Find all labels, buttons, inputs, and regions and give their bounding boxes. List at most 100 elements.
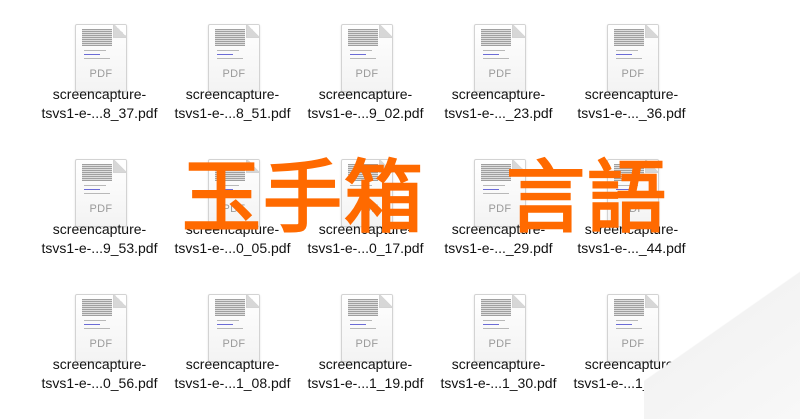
thumbnail-line bbox=[483, 58, 509, 59]
file-item-10[interactable]: PDF screencapture- tsvs1-e-...0_56.pdf bbox=[33, 270, 166, 398]
file-name: screencapture- tsvs1-e-...9_53.pdf bbox=[25, 220, 174, 258]
page-thumbnail bbox=[82, 299, 112, 316]
file-name-line-2: tsvs1-e-...0_56.pdf bbox=[41, 375, 158, 391]
file-item-5[interactable]: PDF screencapture- tsvs1-e-...9_53.pdf bbox=[33, 135, 166, 263]
file-name: screencapture- tsvs1-e-...1_08.pdf bbox=[158, 355, 307, 393]
thumbnail-line bbox=[84, 189, 100, 190]
pdf-type-label: PDF bbox=[355, 68, 379, 80]
file-name-line-1: screencapture- bbox=[52, 221, 147, 237]
thumbnail-line bbox=[350, 50, 372, 51]
thumbnail-line bbox=[483, 324, 499, 325]
file-name-line-1: screencapture- bbox=[52, 356, 147, 372]
file-item-3[interactable]: PDF screencapture- tsvs1-e-..._23.pdf bbox=[432, 0, 565, 128]
pdf-document-icon: PDF bbox=[341, 24, 393, 92]
file-item-12[interactable]: PDF screencapture- tsvs1-e-...1_19.pdf bbox=[299, 270, 432, 398]
file-name-line-1: screencapture- bbox=[185, 86, 280, 102]
thumbnail-line bbox=[84, 324, 100, 325]
thumbnail-line bbox=[616, 324, 632, 325]
page-thumbnail bbox=[481, 299, 511, 316]
page-thumbnail bbox=[348, 299, 378, 316]
thumbnail-line bbox=[616, 328, 642, 329]
thumbnail-line bbox=[217, 50, 239, 51]
thumbnail-line bbox=[84, 185, 106, 186]
pdf-document-icon: PDF bbox=[341, 294, 393, 362]
pdf-type-label: PDF bbox=[89, 203, 113, 215]
pdf-type-label: PDF bbox=[488, 68, 512, 80]
pdf-document-icon: PDF bbox=[208, 294, 260, 362]
file-name-line-2: tsvs1-e-...1_19.pdf bbox=[307, 375, 424, 391]
thumbnail-line bbox=[217, 320, 239, 321]
thumbnail-line bbox=[616, 320, 638, 321]
pdf-document-icon: PDF bbox=[474, 24, 526, 92]
thumbnail-line bbox=[84, 58, 110, 59]
file-item-11[interactable]: PDF screencapture- tsvs1-e-...1_08.pdf bbox=[166, 270, 299, 398]
file-name-line-2: tsvs1-e-...9_53.pdf bbox=[41, 240, 158, 256]
page-thumbnail bbox=[215, 299, 245, 316]
thumbnail-line bbox=[616, 50, 638, 51]
pdf-document-icon: PDF bbox=[75, 294, 127, 362]
pdf-type-label: PDF bbox=[222, 338, 246, 350]
pdf-type-label: PDF bbox=[355, 338, 379, 350]
pdf-document-icon: PDF bbox=[75, 159, 127, 227]
pdf-type-label: PDF bbox=[89, 68, 113, 80]
file-name: screencapture- tsvs1-e-...8_51.pdf bbox=[158, 85, 307, 123]
overlay-title: 玉手箱 言語 bbox=[182, 152, 668, 244]
file-name-line-2: tsvs1-e-...1_30.pdf bbox=[440, 375, 557, 391]
page-thumbnail bbox=[614, 299, 644, 316]
thumbnail-line bbox=[483, 50, 505, 51]
thumbnail-line bbox=[84, 328, 110, 329]
file-name-line-1: screencapture- bbox=[318, 86, 413, 102]
pdf-type-label: PDF bbox=[488, 338, 512, 350]
file-item-2[interactable]: PDF screencapture- tsvs1-e-...9_02.pdf bbox=[299, 0, 432, 128]
thumbnail-line bbox=[483, 328, 509, 329]
page-thumbnail bbox=[82, 29, 112, 46]
file-item-1[interactable]: PDF screencapture- tsvs1-e-...8_51.pdf bbox=[166, 0, 299, 128]
thumbnail-line bbox=[616, 54, 632, 55]
file-name-line-1: screencapture- bbox=[185, 356, 280, 372]
pdf-document-icon: PDF bbox=[607, 24, 659, 92]
file-name: screencapture- tsvs1-e-...1_30.pdf bbox=[424, 355, 573, 393]
pdf-document-icon: PDF bbox=[474, 294, 526, 362]
thumbnail-line bbox=[217, 58, 243, 59]
file-name-line-1: screencapture- bbox=[451, 356, 546, 372]
file-name: screencapture- tsvs1-e-..._23.pdf bbox=[424, 85, 573, 123]
page-thumbnail bbox=[215, 29, 245, 46]
thumbnail-line bbox=[350, 324, 366, 325]
pdf-type-label: PDF bbox=[89, 338, 113, 350]
thumbnail-line bbox=[217, 54, 233, 55]
thumbnail-line bbox=[350, 54, 366, 55]
file-name-line-1: screencapture- bbox=[52, 86, 147, 102]
file-name: screencapture- tsvs1-e-...8_37.pdf bbox=[25, 85, 174, 123]
file-item-13[interactable]: PDF screencapture- tsvs1-e-...1_30.pdf bbox=[432, 270, 565, 398]
file-name: screencapture- tsvs1-e-...1_19.pdf bbox=[291, 355, 440, 393]
thumbnail-line bbox=[483, 320, 505, 321]
page-thumbnail bbox=[348, 29, 378, 46]
file-name-line-1: screencapture- bbox=[451, 86, 546, 102]
file-name-line-2: tsvs1-e-...8_51.pdf bbox=[174, 105, 291, 121]
thumbnail-line bbox=[84, 320, 106, 321]
thumbnail-line bbox=[84, 193, 110, 194]
thumbnail-line bbox=[616, 58, 642, 59]
file-name-line-2: tsvs1-e-..._23.pdf bbox=[444, 105, 553, 121]
thumbnail-line bbox=[84, 50, 106, 51]
pdf-type-label: PDF bbox=[222, 68, 246, 80]
thumbnail-line bbox=[84, 54, 100, 55]
file-name-line-2: tsvs1-e-...8_37.pdf bbox=[41, 105, 158, 121]
finder-icon-grid: PDF screencapture- tsvs1-e-...8_37.pdf P… bbox=[0, 0, 800, 419]
file-name: screencapture- tsvs1-e-...9_02.pdf bbox=[291, 85, 440, 123]
file-name-line-1: screencapture- bbox=[584, 86, 679, 102]
file-name: screencapture- tsvs1-e-..._36.pdf bbox=[557, 85, 706, 123]
thumbnail-line bbox=[350, 328, 376, 329]
decorative-corner-fold bbox=[644, 249, 800, 419]
file-name-line-2: tsvs1-e-..._36.pdf bbox=[577, 105, 686, 121]
file-name: screencapture- tsvs1-e-...0_56.pdf bbox=[25, 355, 174, 393]
thumbnail-line bbox=[483, 54, 499, 55]
file-item-0[interactable]: PDF screencapture- tsvs1-e-...8_37.pdf bbox=[33, 0, 166, 128]
thumbnail-line bbox=[350, 58, 376, 59]
thumbnail-line bbox=[350, 320, 372, 321]
file-name-line-2: tsvs1-e-...1_08.pdf bbox=[174, 375, 291, 391]
file-name-line-1: screencapture- bbox=[318, 356, 413, 372]
file-item-4[interactable]: PDF screencapture- tsvs1-e-..._36.pdf bbox=[565, 0, 698, 128]
pdf-document-icon: PDF bbox=[208, 24, 260, 92]
page-thumbnail bbox=[82, 164, 112, 181]
